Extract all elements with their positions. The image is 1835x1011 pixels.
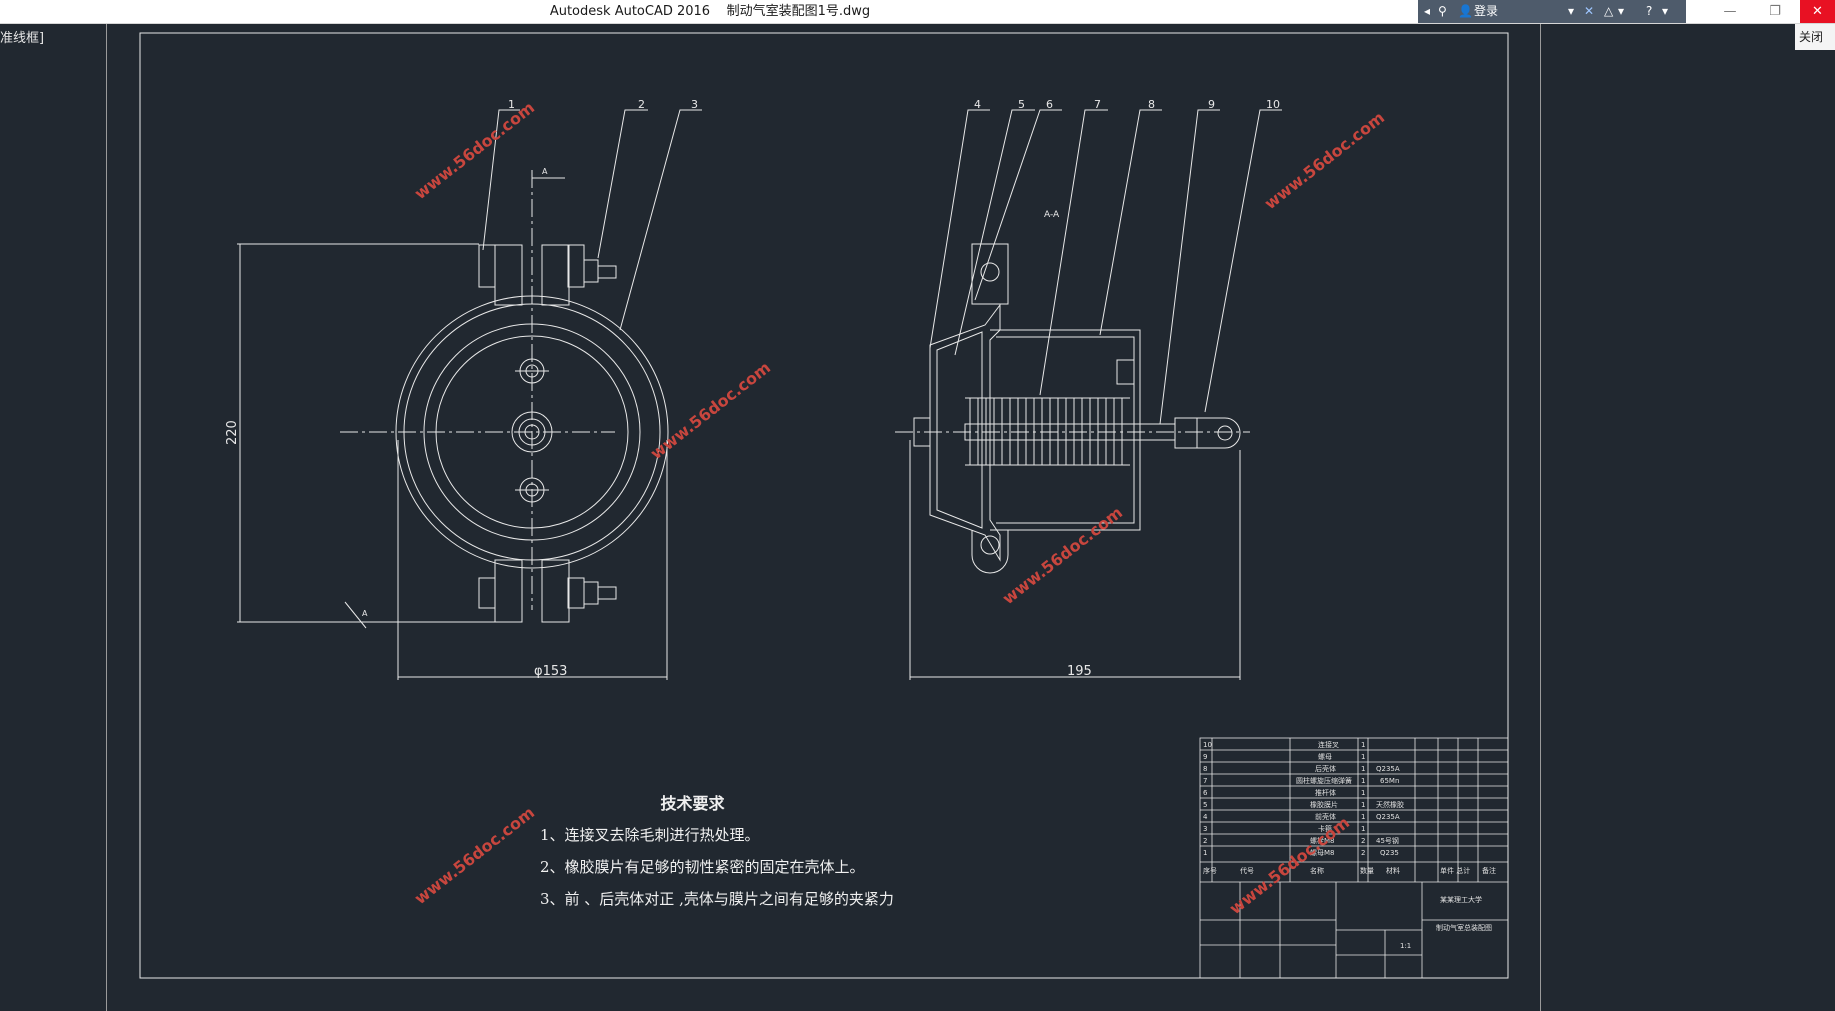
- bom-no-7: 7: [1203, 777, 1207, 785]
- bom-qty-6: 1: [1361, 789, 1365, 797]
- tech-item-1: 1、连接叉去除毛刺进行热处理。: [540, 826, 760, 844]
- bom-name-10: 连接叉: [1318, 740, 1339, 749]
- bom-no-3: 3: [1203, 825, 1207, 833]
- part-label-9: 9: [1208, 98, 1215, 111]
- drawing-name: 制动气室总装配图: [1436, 923, 1492, 932]
- part-label-7: 7: [1094, 98, 1101, 111]
- bom-no-2: 2: [1203, 837, 1207, 845]
- dim-height-220: 220: [225, 420, 240, 445]
- section-mark-top: A: [542, 167, 548, 176]
- bom-qty-8: 1: [1361, 765, 1365, 773]
- left-view: [237, 109, 702, 680]
- bom-name-6: 推杆体: [1315, 788, 1336, 797]
- bom-qty-1: 2: [1361, 849, 1365, 857]
- bom-mat-5: 天然橡胶: [1376, 800, 1404, 809]
- part-label-6: 6: [1046, 98, 1053, 111]
- part-label-10: 10: [1266, 98, 1280, 111]
- bom-no-1: 1: [1203, 849, 1207, 857]
- bom-no-9: 9: [1203, 753, 1207, 761]
- bom-qty-10: 1: [1361, 741, 1365, 749]
- bom-no-5: 5: [1203, 801, 1207, 809]
- part-label-4: 4: [974, 98, 981, 111]
- watermark-5: www.56doc.com: [411, 803, 538, 908]
- title-block: [1199, 737, 1509, 979]
- bom-name-5: 橡胶膜片: [1310, 800, 1338, 809]
- technical-requirements: 技术要求 1、连接叉去除毛刺进行热处理。 2、橡胶膜片有足够的韧性紧密的固定在壳…: [540, 790, 960, 920]
- part-label-8: 8: [1148, 98, 1155, 111]
- bom-mat-1: Q235: [1380, 849, 1399, 857]
- bom-no-10: 10: [1203, 741, 1212, 749]
- watermark-1: www.56doc.com: [411, 98, 538, 203]
- section-mark-bottom: A: [362, 609, 368, 618]
- header-weight: 单件 总计: [1440, 866, 1470, 875]
- bom-qty-3: 1: [1361, 825, 1365, 833]
- tech-item-3: 3、前 、后壳体对正 ,壳体与膜片之间有足够的夹紧力: [540, 890, 894, 908]
- tech-item-2: 2、橡胶膜片有足够的韧性紧密的固定在壳体上。: [540, 858, 865, 876]
- dim-diameter-153: φ153: [534, 664, 567, 679]
- scale-value: 1:1: [1400, 942, 1411, 950]
- dim-length-195: 195: [1067, 664, 1092, 679]
- watermark-2: www.56doc.com: [1261, 108, 1388, 213]
- bom-mat-8: Q235A: [1376, 765, 1400, 773]
- bom-qty-5: 1: [1361, 801, 1365, 809]
- section-label-aa: A-A: [1044, 210, 1060, 220]
- right-view: [895, 109, 1282, 680]
- bom-qty-4: 1: [1361, 813, 1365, 821]
- part-label-2: 2: [638, 98, 645, 111]
- header-qty: 数量: [1360, 866, 1374, 875]
- tech-title: 技术要求: [660, 794, 725, 813]
- bom-qty-2: 2: [1361, 837, 1365, 845]
- header-code: 代号: [1240, 866, 1254, 875]
- school-name: 某某理工大学: [1440, 895, 1482, 904]
- header-no: 序号: [1203, 866, 1217, 875]
- watermark-4: www.56doc.com: [999, 503, 1126, 608]
- part-label-5: 5: [1018, 98, 1025, 111]
- bom-no-8: 8: [1203, 765, 1207, 773]
- bom-no-6: 6: [1203, 789, 1208, 797]
- bom-name-9: 螺母: [1318, 752, 1332, 761]
- bom-name-8: 后壳体: [1315, 764, 1336, 773]
- bom-mat-4: Q235A: [1376, 813, 1400, 821]
- part-label-3: 3: [691, 98, 698, 111]
- bom-mat-2: 45号钢: [1376, 836, 1399, 845]
- bom-name-7: 圆柱螺旋压缩弹簧: [1296, 776, 1352, 785]
- bom-no-4: 4: [1203, 813, 1208, 821]
- header-name: 名称: [1310, 866, 1324, 875]
- header-material: 材料: [1386, 866, 1400, 875]
- bom-qty-7: 1: [1361, 777, 1365, 785]
- header-note: 备注: [1482, 866, 1496, 875]
- bom-mat-7: 65Mn: [1380, 777, 1399, 785]
- watermark-6: www.56doc.com: [1226, 813, 1353, 918]
- bom-qty-9: 1: [1361, 753, 1365, 761]
